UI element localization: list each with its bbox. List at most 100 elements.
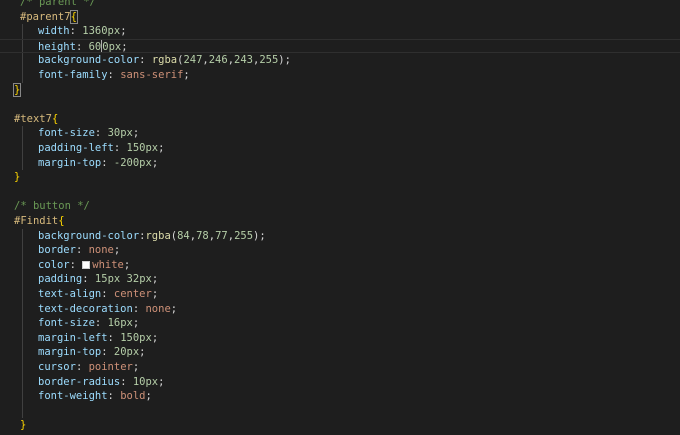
code-line[interactable]: } <box>0 170 680 185</box>
code-text: } <box>20 418 26 433</box>
code-line[interactable]: text-align: center; <box>0 287 680 302</box>
token-punc: ; <box>120 25 127 38</box>
token-punc: : <box>101 288 114 300</box>
token-num: 150px <box>126 142 159 154</box>
code-text: #text7{ <box>14 112 58 127</box>
token-punc: ; <box>121 40 128 53</box>
code-line[interactable]: width: 1360px; <box>0 24 680 39</box>
indent-guide <box>22 24 23 39</box>
code-line[interactable]: color: white; <box>0 257 680 273</box>
token-cmt: */ <box>76 0 96 8</box>
code-text: width: 1360px; <box>38 24 127 39</box>
code-line[interactable]: margin-top: 20px; <box>0 345 680 360</box>
token-num: 20px <box>113 346 140 359</box>
code-text: padding: 15px 32px; <box>38 272 158 287</box>
code-text: padding-left: 150px; <box>38 141 164 156</box>
token-val: white <box>92 258 124 271</box>
code-text: border-radius: 10px; <box>38 375 164 390</box>
token-punc: : <box>139 54 152 67</box>
code-editor[interactable]: /* parent */#parent7{width: 1360px; heigh… <box>0 0 680 435</box>
token-num: 246 <box>208 54 228 67</box>
token-punc: ; <box>132 361 140 373</box>
code-line[interactable]: font-size: 16px; <box>0 316 680 331</box>
token-prop: cursor <box>38 361 76 373</box>
token-prop: margin-left <box>38 331 108 344</box>
code-line[interactable]: border: none; <box>0 243 680 258</box>
token-punc: ; <box>145 390 152 403</box>
indent-guide <box>22 141 23 156</box>
token-punc: : <box>94 127 108 140</box>
token-brace: } <box>20 419 27 432</box>
token-punc: ; <box>151 156 159 169</box>
code-line[interactable]: margin-top: -200px; <box>0 155 680 171</box>
code-line[interactable]: padding: 15px 32px; <box>0 272 680 287</box>
color-swatch-icon[interactable] <box>82 260 91 269</box>
code-line[interactable]: } <box>0 82 680 98</box>
token-prop: background-color <box>38 54 140 67</box>
token-fn: rgba <box>145 229 171 242</box>
token-val: pointer <box>88 361 133 373</box>
code-text: } <box>14 170 20 185</box>
token-prop: font-size <box>38 317 95 330</box>
token-prop: padding-left <box>38 142 114 154</box>
code-line[interactable]: #Findit{ <box>0 214 680 229</box>
code-line[interactable]: cursor: pointer; <box>0 360 680 375</box>
token-punc: ; <box>113 244 121 257</box>
code-line[interactable]: /* button */ <box>0 199 680 214</box>
code-text: margin-left: 150px; <box>38 331 158 346</box>
code-line[interactable]: } <box>0 418 680 433</box>
token-punc: ; <box>123 258 131 271</box>
token-punc: : <box>94 317 108 330</box>
indent-guide <box>22 126 23 141</box>
token-num: 78 <box>196 229 209 242</box>
token-punc: ); <box>253 229 266 242</box>
code-text: background-color: rgba(247,246,243,255); <box>38 53 291 68</box>
code-line[interactable]: font-size: 30px; <box>0 126 680 141</box>
code-text: /* parent */ <box>20 0 96 10</box>
token-prop: width <box>38 25 70 38</box>
token-punc: : <box>82 273 95 286</box>
code-text: #parent7{ <box>20 9 78 25</box>
token-prop: font-size <box>38 127 95 140</box>
code-line[interactable] <box>0 403 680 419</box>
token-val: bold <box>120 390 146 403</box>
code-line[interactable]: background-color: rgba(247,246,243,255); <box>0 53 680 68</box>
token-punc: : <box>75 244 89 257</box>
code-text: color: white; <box>38 258 130 273</box>
indent-guide <box>22 228 23 244</box>
indent-guide <box>22 257 23 273</box>
token-sel: #parent7 <box>20 10 71 23</box>
code-line[interactable]: font-weight: bold; <box>0 389 680 404</box>
token-num: 255 <box>234 229 254 242</box>
token-num: 0px <box>102 40 122 53</box>
code-line[interactable] <box>0 97 680 112</box>
token-prop: font-family <box>38 69 108 81</box>
token-val: sans-serif <box>120 69 184 81</box>
code-line[interactable] <box>0 185 680 200</box>
token-num: 247 <box>183 54 203 67</box>
code-line[interactable]: border-radius: 10px; <box>0 374 680 390</box>
code-line[interactable]: /* parent */ <box>0 0 680 10</box>
token-punc: : <box>107 69 121 81</box>
token-punc: : <box>132 302 146 315</box>
code-line[interactable]: #text7{ <box>0 112 680 127</box>
code-line[interactable]: padding-left: 150px; <box>0 141 680 156</box>
token-cmt: parent <box>38 0 77 8</box>
code-line[interactable]: background-color:rgba(84,78,77,255); <box>0 228 680 244</box>
code-line[interactable]: text-decoration: none; <box>0 301 680 317</box>
indent-guide <box>22 243 23 258</box>
indent-guide <box>22 374 23 390</box>
code-text: } <box>12 82 22 98</box>
code-line[interactable]: height: 600px; <box>0 38 680 54</box>
token-prop: border-radius <box>38 375 121 388</box>
code-text: text-decoration: none; <box>38 302 177 317</box>
token-punc: ; <box>151 288 159 300</box>
token-punc: ; <box>132 317 140 330</box>
token-val: center <box>113 288 152 300</box>
code-line[interactable]: margin-left: 150px; <box>0 330 680 346</box>
token-num: 30px <box>107 127 133 140</box>
code-line[interactable]: font-family: sans-serif; <box>0 68 680 83</box>
token-punc: : <box>113 142 127 154</box>
code-line[interactable]: #parent7{ <box>0 9 680 25</box>
token-cmt: /* button */ <box>14 200 90 213</box>
